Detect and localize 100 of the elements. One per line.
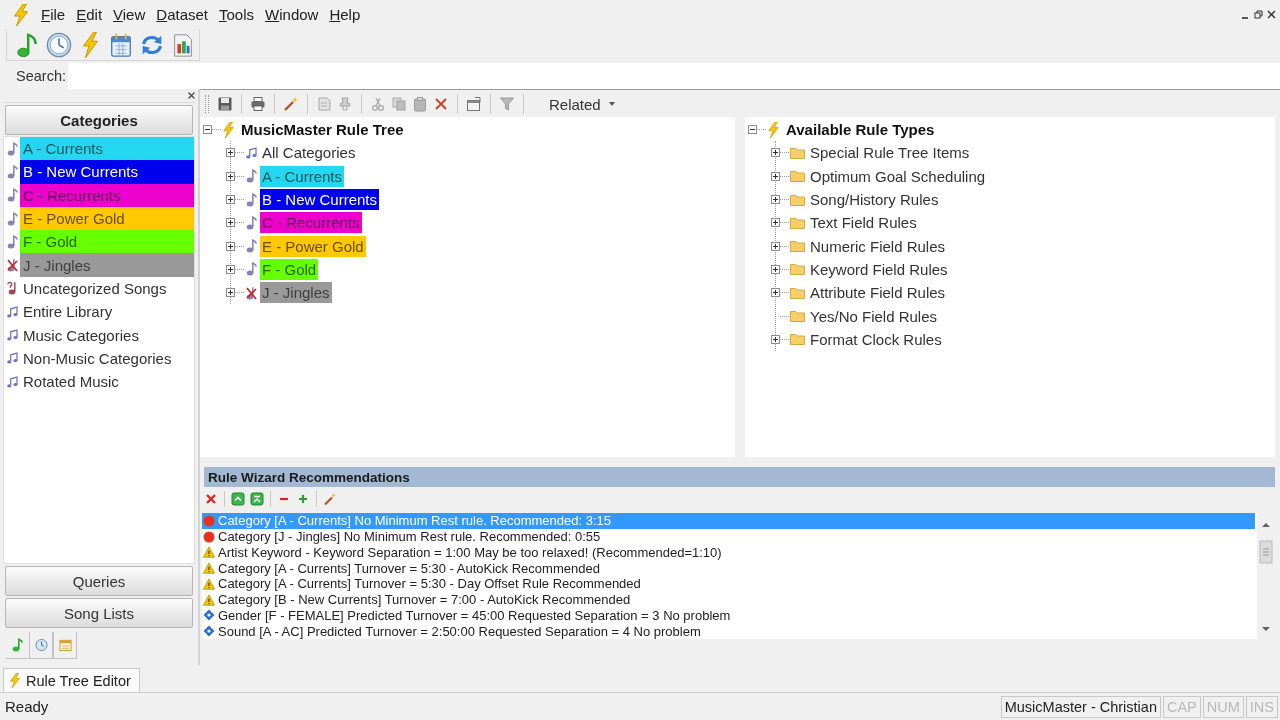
tree-item[interactable]: F - Gold — [260, 258, 319, 280]
list-item[interactable]: Entire Library — [20, 300, 194, 324]
tree-item[interactable]: Format Clock Rules — [808, 328, 944, 350]
expand-toggle-icon[interactable] — [771, 288, 780, 298]
tree-root-label[interactable]: MusicMaster Rule Tree — [241, 121, 404, 139]
calendar-icon[interactable] — [108, 31, 134, 58]
expand-toggle-icon[interactable] — [226, 241, 235, 251]
menu-item[interactable]: Tools — [219, 5, 255, 24]
expand-toggle-icon[interactable] — [226, 218, 235, 228]
menu-item[interactable]: Help — [329, 5, 361, 24]
category-item[interactable]: J - Jingles — [20, 253, 194, 277]
expand-toggle-icon[interactable] — [226, 148, 235, 158]
panel-tab[interactable] — [29, 632, 53, 659]
tree-item[interactable]: Song/History Rules — [808, 189, 941, 211]
expand-toggle-icon[interactable] — [771, 241, 780, 251]
delete-icon[interactable] — [432, 96, 450, 112]
recommendation-row[interactable]: Artist Keyword - Keyword Separation = 1:00 May be too relaxed! (Recommended=1:10) — [202, 544, 1255, 561]
music-note-icon — [10, 638, 24, 652]
recommendation-row[interactable]: Category [J - Jingles] No Minimum Rest rule. Recommended: 0:55 — [202, 528, 1255, 545]
related-dropdown[interactable]: Related — [543, 93, 621, 115]
expand-toggle-icon[interactable] — [226, 171, 235, 181]
folder-icon — [790, 333, 805, 346]
list-item[interactable]: Uncategorized Songs — [20, 276, 194, 301]
save-icon[interactable] — [216, 96, 234, 112]
recommendation-row[interactable]: Gender [F - FEMALE] Predicted Turnover = 45:00 Requested Separation = 3 No problem — [202, 607, 1255, 624]
collapse-toggle-icon[interactable] — [748, 125, 757, 135]
double-note-icon — [7, 328, 18, 342]
double-note-icon — [7, 374, 18, 389]
tree-item[interactable]: J - Jingles — [260, 282, 332, 304]
list-item[interactable]: Music Categories — [20, 323, 194, 347]
document-tab[interactable]: Rule Tree Editor — [3, 668, 140, 692]
tree-item[interactable]: Optimum Goal Scheduling — [808, 165, 988, 187]
expand-toggle-icon[interactable] — [771, 218, 780, 228]
expand-toggle-icon[interactable] — [226, 288, 235, 298]
status-indicator: INS — [1245, 695, 1278, 718]
list-item[interactable]: Non-Music Categories — [20, 346, 194, 370]
filter-icon[interactable] — [498, 96, 516, 112]
expand-toggle-icon[interactable] — [771, 148, 780, 158]
category-item[interactable]: B - New Currents — [20, 160, 194, 184]
expand-toggle-icon[interactable] — [226, 195, 235, 205]
delete-icon[interactable] — [204, 492, 218, 506]
top-arrow-icon[interactable] — [250, 492, 264, 506]
paste-icon[interactable] — [411, 96, 429, 112]
music-note-icon — [246, 169, 257, 184]
tree-root-label[interactable]: Available Rule Types — [786, 121, 935, 139]
magic-wand-icon[interactable] — [323, 492, 337, 506]
status-indicator: NUM — [1202, 695, 1244, 718]
folder-icon — [790, 263, 805, 276]
category-item[interactable]: A - Currents — [20, 137, 194, 161]
recommendation-row[interactable]: Category [B - New Currents] Turnover = 7:00 - AutoKick Recommended — [202, 591, 1255, 608]
expand-toggle-icon[interactable] — [226, 264, 235, 274]
expand-toggle-icon[interactable] — [771, 264, 780, 274]
folder-icon — [790, 240, 805, 253]
tree-item[interactable]: Yes/No Field Rules — [808, 305, 939, 327]
music-note-icon — [7, 164, 18, 179]
lightning-icon — [767, 121, 780, 138]
music-note-icon — [7, 141, 18, 156]
magic-wand-icon[interactable] — [282, 96, 300, 112]
plus-icon[interactable] — [296, 492, 310, 506]
category-item[interactable]: F - Gold — [20, 230, 194, 254]
section-button[interactable]: Queries — [5, 566, 193, 596]
recommendation-row[interactable]: Category [A - Currents] Turnover = 5:30 - Day Offset Rule Recommended — [202, 576, 1255, 592]
error-icon — [203, 514, 215, 527]
tree-item[interactable]: Special Rule Tree Items — [808, 142, 972, 164]
tree-item[interactable]: A - Currents — [260, 165, 345, 187]
double-note-icon — [7, 351, 18, 366]
recommendation-row[interactable]: Sound [A - AC] Predicted Turnover = 2:50:00 Requested Separation = 4 No problem — [202, 623, 1255, 639]
category-item[interactable]: E - Power Gold — [20, 206, 194, 231]
section-button[interactable]: Categories — [5, 105, 193, 135]
section-button[interactable]: Song Lists — [5, 598, 193, 628]
print-icon[interactable] — [249, 96, 267, 112]
collapse-toggle-icon[interactable] — [203, 125, 212, 135]
folder-icon — [790, 193, 805, 206]
folder-icon — [790, 216, 805, 229]
lightning-icon — [9, 673, 21, 688]
tree-item[interactable]: Keyword Field Rules — [808, 258, 950, 280]
menu-item[interactable]: View — [113, 5, 146, 24]
menu-item[interactable]: Dataset — [156, 5, 208, 24]
music-note-icon — [7, 234, 18, 249]
close-icon[interactable] — [1267, 10, 1276, 19]
expand-toggle-icon[interactable] — [771, 334, 780, 344]
tree-item[interactable]: Attribute Field Rules — [808, 282, 948, 304]
close-icon[interactable] — [188, 92, 195, 99]
search-field[interactable] — [68, 63, 1280, 89]
tree-item[interactable]: Text Field Rules — [808, 212, 919, 234]
menu-item[interactable]: File — [41, 5, 66, 24]
list-item[interactable]: Rotated Music — [20, 369, 194, 394]
menu-item[interactable]: Window — [265, 5, 319, 24]
recommendation-row[interactable]: Category [A - Currents] Turnover = 5:30 - AutoKick Recommended — [202, 560, 1255, 576]
menu-item[interactable]: Edit — [76, 5, 103, 24]
tree-item[interactable]: Numeric Field Rules — [808, 235, 948, 257]
tree-item[interactable]: E - Power Gold — [260, 235, 366, 257]
tree-item[interactable]: All Categories — [260, 142, 358, 164]
restore-icon[interactable] — [1254, 10, 1263, 19]
expand-toggle-icon[interactable] — [771, 195, 780, 205]
music-note-icon — [7, 211, 18, 226]
clock-icon[interactable] — [46, 31, 72, 58]
window-icon[interactable] — [465, 96, 483, 112]
tree-item[interactable]: B - New Currents — [260, 189, 380, 211]
expand-toggle-icon[interactable] — [771, 171, 780, 181]
